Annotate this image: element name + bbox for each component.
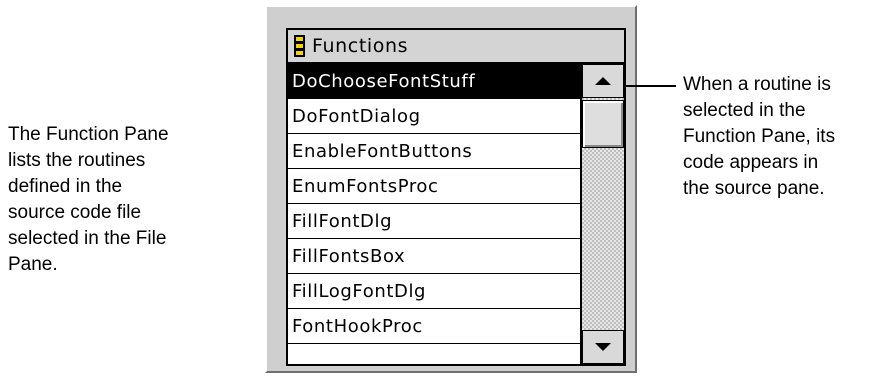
list-item[interactable]: FillFontsBox (288, 239, 580, 274)
caption-line: the source pane. (683, 178, 825, 199)
left-caption: The Function Pane lists the routines def… (8, 122, 169, 278)
pane-header: Functions (288, 30, 624, 64)
caption-line: selected in the File (8, 228, 167, 249)
caption-line: code appears in (683, 152, 819, 173)
list-item[interactable]: FontHookProc (288, 309, 580, 344)
list-item[interactable]: FillLogFontDlg (288, 274, 580, 309)
right-caption: When a routine is selected in the Functi… (683, 72, 835, 202)
caption-line: Pane. (8, 254, 58, 275)
list-item-selected[interactable]: DoChooseFontStuff (288, 64, 580, 99)
scroll-thumb[interactable] (582, 100, 624, 148)
vertical-scrollbar[interactable] (580, 64, 624, 364)
caption-line: defined in the (8, 176, 123, 197)
list-item[interactable]: EnumFontsProc (288, 169, 580, 204)
list-item[interactable]: FillFontDlg (288, 204, 580, 239)
list-item[interactable]: EnableFontButtons (288, 134, 580, 169)
callout-pointer-line (626, 85, 676, 87)
functions-list[interactable]: DoChooseFontStuff DoFontDialog EnableFon… (288, 64, 580, 364)
caption-line: selected in the (683, 100, 806, 121)
caption-line: Function Pane, its (683, 126, 836, 147)
scroll-up-button[interactable] (582, 64, 624, 98)
caption-line: When a routine is (683, 74, 831, 95)
list-item[interactable]: DoFontDialog (288, 99, 580, 134)
pane-marker-icon[interactable] (294, 35, 305, 57)
caption-line: lists the routines (8, 150, 146, 171)
caption-line: The Function Pane (8, 124, 169, 145)
caption-line: source code file (8, 202, 142, 223)
scroll-down-button[interactable] (582, 330, 624, 364)
pane-title: Functions (312, 35, 409, 57)
scroll-down-arrow-icon (595, 343, 611, 351)
scroll-up-arrow-icon (595, 77, 611, 85)
functions-pane: Functions DoChooseFontStuff DoFontDialog… (286, 28, 626, 366)
